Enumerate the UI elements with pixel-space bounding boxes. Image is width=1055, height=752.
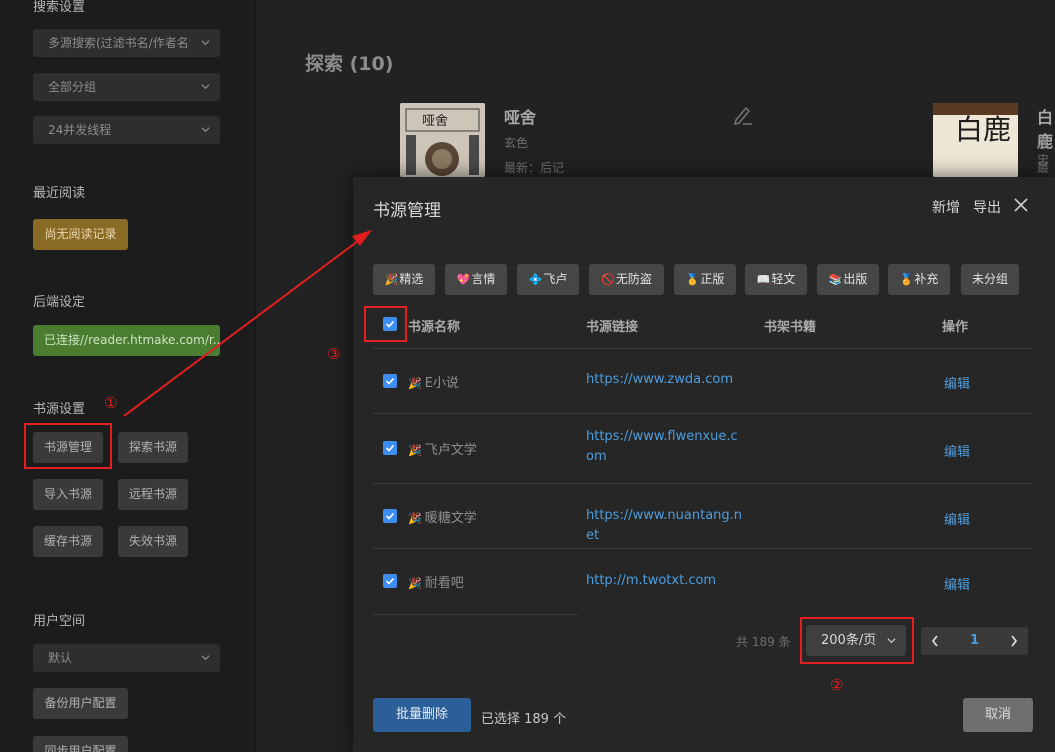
annotation-box [364, 306, 407, 342]
annotation-box [800, 617, 914, 664]
annotation-label-three: ③ [327, 345, 341, 363]
annotation-label-two: ② [830, 676, 844, 694]
annotation-box [24, 423, 112, 469]
annotation-label-one: ① [104, 394, 118, 412]
